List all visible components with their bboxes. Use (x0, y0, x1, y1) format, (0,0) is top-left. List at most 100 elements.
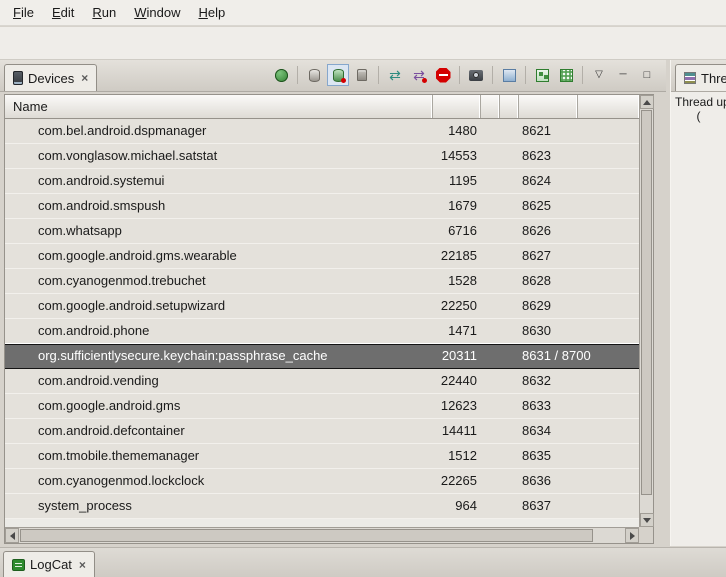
scroll-up-button[interactable] (640, 95, 654, 109)
process-empty-cell (500, 194, 519, 218)
process-pid: 1679 (433, 194, 481, 218)
toolbar-separator (297, 66, 298, 84)
process-name: com.android.vending (5, 369, 433, 393)
process-row[interactable]: com.vonglasow.michael.satstat145538623 (5, 144, 639, 169)
hierarchy-view-icon[interactable] (531, 64, 553, 86)
scroll-right-button[interactable] (625, 528, 639, 543)
screen-capture-icon[interactable] (465, 64, 487, 86)
process-row[interactable]: com.cyanogenmod.lockclock222658636 (5, 469, 639, 494)
process-name: com.whatsapp (5, 219, 433, 243)
process-row[interactable]: com.tmobile.thememanager15128635 (5, 444, 639, 469)
threads-tab-bar: Threa (671, 60, 726, 92)
process-pid: 964 (433, 494, 481, 518)
process-empty-cell (481, 169, 500, 193)
menu-help[interactable]: Help (189, 2, 234, 23)
process-name: org.sufficientlysecure.keychain:passphra… (5, 345, 433, 368)
start-method-profiling-icon[interactable]: ⇄ (408, 64, 430, 86)
close-icon[interactable]: × (81, 71, 88, 85)
stop-process-icon[interactable] (432, 64, 454, 86)
logcat-bar: LogCat × (0, 547, 726, 577)
process-empty-cell (481, 345, 500, 368)
process-pid: 22250 (433, 294, 481, 318)
menu-edit[interactable]: Edit (43, 2, 83, 23)
process-name: com.cyanogenmod.lockclock (5, 469, 433, 493)
trash-icon (357, 69, 367, 81)
minimize-view-icon[interactable]: ─ (612, 64, 634, 86)
process-empty-cell (500, 144, 519, 168)
menu-window[interactable]: Window (125, 2, 189, 23)
process-pid: 22440 (433, 369, 481, 393)
tree-icon (536, 69, 549, 82)
process-list: com.bel.android.dspmanager14808621com.vo… (5, 119, 639, 527)
process-pid: 1528 (433, 269, 481, 293)
vertical-scroll-thumb[interactable] (641, 110, 652, 495)
maximize-icon: □ (644, 70, 651, 81)
process-row[interactable]: com.cyanogenmod.trebuchet15288628 (5, 269, 639, 294)
minimize-icon: ─ (619, 70, 626, 80)
column-header-pid[interactable] (433, 95, 481, 118)
process-empty-cell (481, 194, 500, 218)
update-threads-icon[interactable]: ⇄ (384, 64, 406, 86)
process-row[interactable]: com.android.vending224408632 (5, 369, 639, 394)
process-row[interactable]: com.android.systemui11958624 (5, 169, 639, 194)
tab-threads[interactable]: Threa (675, 64, 726, 91)
maximize-view-icon[interactable]: □ (636, 64, 658, 86)
pixel-perfect-icon[interactable] (555, 64, 577, 86)
menu-file[interactable]: File (4, 2, 43, 23)
debug-process-icon[interactable] (270, 64, 292, 86)
column-header-name[interactable]: Name (5, 95, 433, 118)
chevron-down-icon: ▽ (595, 70, 603, 80)
devices-toolbar: ⇄ ⇄ ▽ ─ □ (270, 64, 658, 86)
threads-message-line1: Thread up (671, 92, 726, 109)
camera-icon (469, 70, 483, 81)
devices-tab-bar: Devices × ⇄ ⇄ ▽ (0, 60, 666, 92)
process-row[interactable]: system_process9648637 (5, 494, 639, 519)
system-info-icon[interactable] (498, 64, 520, 86)
process-port: 8636 (519, 469, 639, 493)
vertical-scrollbar[interactable] (639, 95, 653, 527)
scroll-left-button[interactable] (5, 528, 19, 543)
process-name: system_process (5, 494, 433, 518)
profiling-dot-icon (422, 78, 427, 83)
process-row[interactable]: com.android.defcontainer144118634 (5, 419, 639, 444)
tab-devices[interactable]: Devices × (4, 64, 97, 91)
column-header-empty-1[interactable] (481, 95, 500, 118)
process-empty-cell (481, 419, 500, 443)
process-row[interactable]: com.google.android.setupwizard222508629 (5, 294, 639, 319)
process-empty-cell (500, 369, 519, 393)
process-row-selected[interactable]: org.sufficientlysecure.keychain:passphra… (5, 344, 639, 369)
process-row[interactable]: com.google.android.gms126238633 (5, 394, 639, 419)
process-port: 8635 (519, 444, 639, 468)
process-row[interactable]: com.bel.android.dspmanager14808621 (5, 119, 639, 144)
column-header-port[interactable] (519, 95, 578, 118)
info-box-icon (503, 69, 516, 82)
process-empty-cell (500, 394, 519, 418)
toolbar-separator (582, 66, 583, 84)
process-row[interactable]: com.android.phone14718630 (5, 319, 639, 344)
close-icon[interactable]: × (79, 558, 86, 572)
threads-body: Thread up ( (671, 92, 726, 546)
process-port: 8627 (519, 244, 639, 268)
stop-sign-icon (436, 68, 451, 83)
grid-icon (560, 69, 573, 82)
process-port: 8634 (519, 419, 639, 443)
process-pid: 1512 (433, 444, 481, 468)
toolbar-strip (0, 27, 726, 60)
dump-hprof-icon[interactable] (327, 64, 349, 86)
process-empty-cell (500, 219, 519, 243)
horizontal-scrollbar[interactable] (5, 527, 639, 543)
process-row[interactable]: com.whatsapp67168626 (5, 219, 639, 244)
menu-run[interactable]: Run (83, 2, 125, 23)
tab-logcat[interactable]: LogCat × (3, 551, 95, 577)
process-port: 8624 (519, 169, 639, 193)
process-row[interactable]: com.google.android.gms.wearable221858627 (5, 244, 639, 269)
scroll-down-button[interactable] (640, 513, 654, 527)
cause-gc-icon[interactable] (351, 64, 373, 86)
horizontal-scroll-thumb[interactable] (20, 529, 593, 542)
column-header-empty-2[interactable] (500, 95, 519, 118)
view-menu-icon[interactable]: ▽ (588, 64, 610, 86)
process-empty-cell (481, 119, 500, 143)
process-name: com.android.defcontainer (5, 419, 433, 443)
update-heap-icon[interactable] (303, 64, 325, 86)
process-row[interactable]: com.android.smspush16798625 (5, 194, 639, 219)
